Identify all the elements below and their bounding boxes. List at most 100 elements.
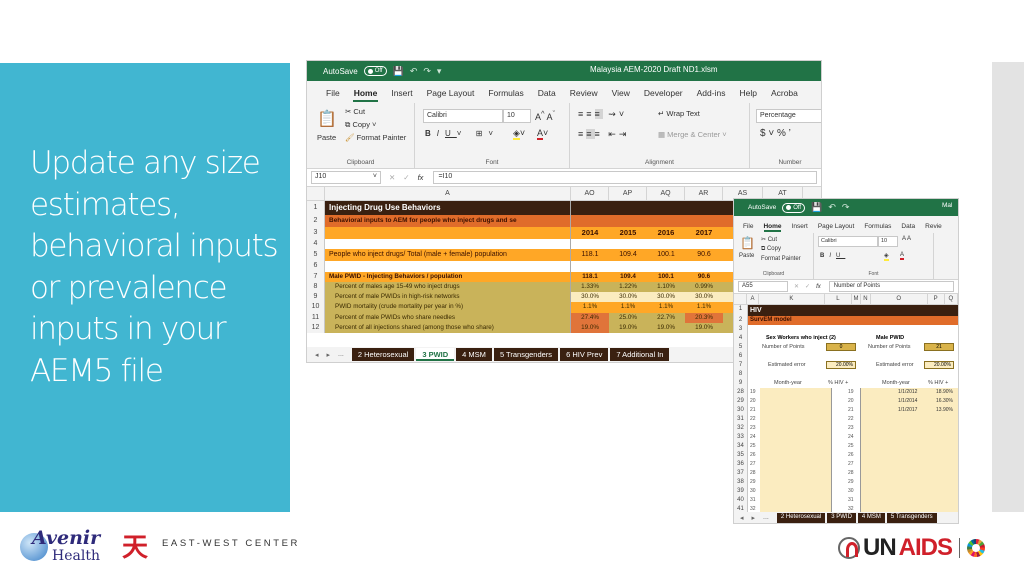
row-header[interactable]: 40 <box>734 496 748 505</box>
row-header[interactable]: 11 <box>307 312 325 324</box>
sheet-tab[interactable]: 4 MSM <box>456 348 492 361</box>
row-header[interactable]: 4 <box>734 334 748 343</box>
column-header[interactable]: AR <box>685 187 723 200</box>
undo-icon[interactable]: ↶ <box>410 66 418 77</box>
paste-icon[interactable]: 📋 <box>317 109 337 129</box>
row-header[interactable]: 5 <box>307 249 325 262</box>
formula-input[interactable]: Number of Points <box>828 281 954 292</box>
row-header[interactable]: 12 <box>307 323 325 334</box>
function-icon[interactable]: fx <box>816 284 821 290</box>
autosave-toggle[interactable]: Off <box>363 66 387 76</box>
copy-button[interactable]: ⧉ Copy <box>761 246 781 253</box>
row-header[interactable]: 4 <box>307 239 325 250</box>
row-header[interactable]: 3 <box>734 325 748 334</box>
cell-value[interactable]: 1.1% <box>609 302 647 313</box>
cell-value[interactable]: 0.99% <box>685 281 723 293</box>
row-header[interactable]: 35 <box>734 451 748 460</box>
row-header[interactable]: 8 <box>734 370 748 379</box>
points-input-left[interactable]: 0 <box>826 343 856 351</box>
tab-file[interactable]: File <box>738 223 758 233</box>
hiv-pct-cell[interactable]: 16.30% <box>936 397 953 406</box>
row-header[interactable]: 6 <box>307 261 325 272</box>
format-painter-button[interactable]: 🖌 Format Painter <box>345 133 406 142</box>
cell-value[interactable] <box>647 261 685 272</box>
undo-icon[interactable]: ↶ <box>828 202 836 213</box>
paste-button[interactable]: Paste <box>739 253 754 259</box>
row-header[interactable]: 30 <box>734 406 748 415</box>
date-cell[interactable]: 1/1/2014 <box>898 397 917 406</box>
customize-icon[interactable]: ▾ <box>437 66 442 77</box>
column-header[interactable]: O <box>871 294 928 304</box>
column-header[interactable]: N <box>861 294 871 304</box>
cell-value[interactable]: 25.0% <box>609 312 647 324</box>
row-header[interactable]: 36 <box>734 460 748 469</box>
cell-value[interactable]: 90.6 <box>685 271 723 282</box>
cell-value[interactable]: 20.3% <box>685 312 723 324</box>
paste-icon[interactable]: 📋 <box>740 236 755 250</box>
row-header[interactable]: 10 <box>307 302 325 313</box>
row-header[interactable]: 28 <box>734 388 748 397</box>
cell-value[interactable] <box>609 201 647 215</box>
cell-value[interactable] <box>571 201 609 215</box>
name-box[interactable]: J10 ˅ <box>311 171 381 184</box>
column-header[interactable]: P <box>928 294 945 304</box>
error-input-right[interactable]: 20.00% <box>924 361 954 369</box>
row-header[interactable]: 8 <box>307 281 325 293</box>
cell-value[interactable] <box>609 215 647 227</box>
enter-icon[interactable]: ✓ <box>805 283 810 290</box>
cell-value[interactable]: 30.0% <box>647 292 685 303</box>
horizontal-align-icons[interactable]: ≡≡≡ ⇤⇥ <box>578 129 629 140</box>
cell-value[interactable]: 100.1 <box>647 271 685 282</box>
tab-revie[interactable]: Revie <box>920 223 947 233</box>
tab-data[interactable]: Data <box>896 223 920 233</box>
tab-home[interactable]: Home <box>347 88 385 103</box>
column-header[interactable]: AQ <box>647 187 685 200</box>
select-all-corner[interactable] <box>734 294 748 304</box>
sheet-scroll-left-icon[interactable]: ◂ <box>315 351 319 359</box>
cell-value[interactable]: 22.7% <box>647 312 685 324</box>
row-header[interactable]: 33 <box>734 433 748 442</box>
row-header[interactable]: 1 <box>734 305 748 316</box>
column-header[interactable]: L <box>825 294 852 304</box>
cancel-icon[interactable]: ✕ <box>794 283 799 290</box>
tab-formulas[interactable]: Formulas <box>859 223 896 233</box>
sheet-tab[interactable]: 4 MSM <box>857 512 885 523</box>
row-header[interactable]: 2 <box>734 316 748 325</box>
font-grow-icon[interactable]: A A <box>902 236 911 242</box>
cut-button[interactable]: ✂ Cut <box>345 107 365 116</box>
row-header[interactable]: 3 <box>307 227 325 239</box>
row-header[interactable]: 37 <box>734 469 748 478</box>
vertical-align-icons[interactable]: ≡≡≡ ⇝˅ <box>578 109 627 120</box>
tab-data[interactable]: Data <box>531 88 563 103</box>
sheet-tab[interactable]: 5 Transgenders <box>886 512 937 523</box>
sheet-scroll-left-icon[interactable]: ◂ <box>740 514 744 522</box>
sheet-tab[interactable]: 5 Transgenders <box>493 348 559 361</box>
format-painter-button[interactable]: Format Painter <box>761 256 801 262</box>
cell-value[interactable] <box>647 239 685 250</box>
hiv-pct-cell[interactable]: 18.90% <box>936 388 953 397</box>
cell-label[interactable]: PWID mortality (crude mortality per year… <box>325 302 571 313</box>
font-size-select[interactable]: 10 <box>878 236 898 247</box>
cell-value[interactable]: 109.4 <box>609 271 647 282</box>
cell-value[interactable]: 1.10% <box>647 281 685 293</box>
cell-value[interactable]: 118.1 <box>571 249 609 262</box>
name-box[interactable]: A55 <box>738 281 788 292</box>
wrap-text-button[interactable]: ↵ Wrap Text <box>658 109 700 118</box>
cell-value[interactable]: 19.0% <box>571 323 609 334</box>
row-header[interactable]: 1 <box>307 201 325 215</box>
error-input-left[interactable]: 20.00% <box>826 361 856 369</box>
tab-help[interactable]: Help <box>732 88 763 103</box>
row-header[interactable]: 9 <box>307 292 325 303</box>
sheet-tab[interactable]: 6 HIV Prev <box>560 348 609 361</box>
cell-value[interactable]: 1.22% <box>609 281 647 293</box>
cell-label[interactable] <box>325 261 571 272</box>
cell-value[interactable]: 30.0% <box>685 292 723 303</box>
cell-value[interactable]: 100.1 <box>647 249 685 262</box>
column-header[interactable]: M <box>852 294 862 304</box>
cell-value[interactable]: 2017 <box>685 227 723 239</box>
font-style-buttons[interactable]: BIU˅ ⊞˅ <box>425 129 499 138</box>
column-header[interactable]: A <box>747 294 759 304</box>
date-cell[interactable]: 1/1/2012 <box>898 388 917 397</box>
row-header[interactable]: 31 <box>734 415 748 424</box>
cell-label[interactable]: Behavioral inputs to AEM for people who … <box>325 215 571 227</box>
